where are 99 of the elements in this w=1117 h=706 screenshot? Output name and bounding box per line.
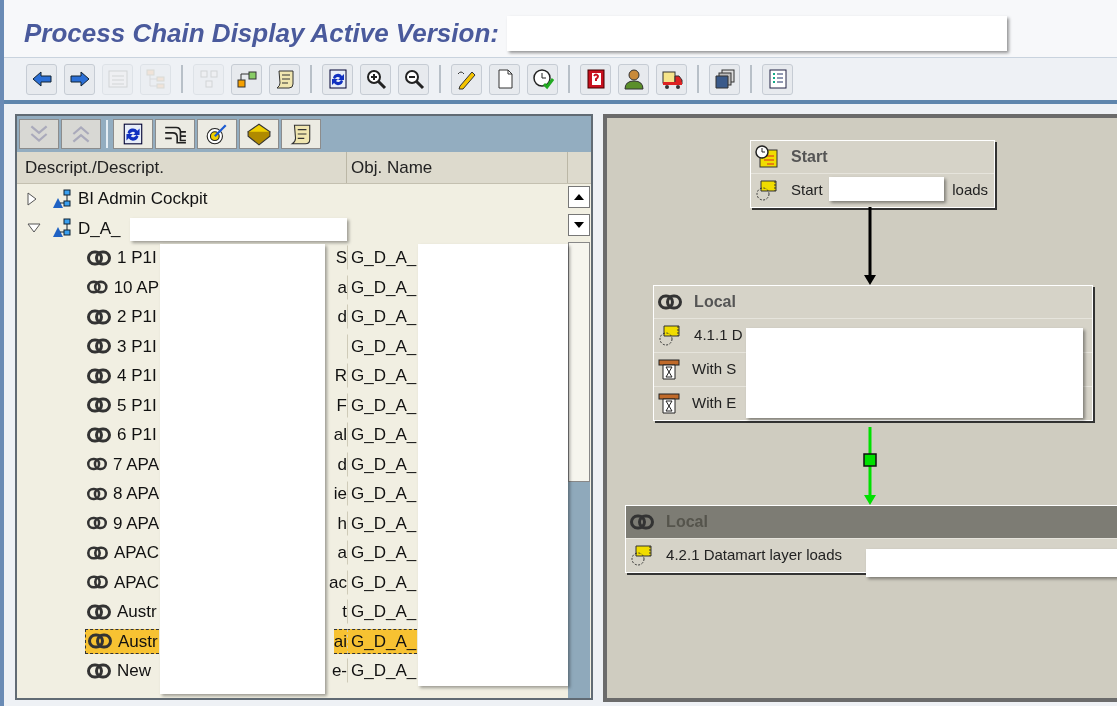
target-icon[interactable] [205,122,229,146]
chain-link-icon [87,662,111,679]
object-name: G_D_A_ [351,335,417,358]
tree-item[interactable]: Austr [85,628,159,654]
chain-link-icon [87,544,108,561]
hierarchy-icon [52,218,74,239]
tree-item[interactable]: 6 P1I [85,422,159,448]
tree-item-label: al [333,424,347,446]
tree-item-label: ai [333,628,347,654]
tree-item[interactable]: 7 APA [85,451,159,477]
hourglass-icon [658,392,681,415]
tree-item-label: h [337,512,347,535]
tree-item-label: ac [329,571,347,594]
chain-link-icon [87,485,107,502]
tree-item[interactable]: APAC [85,540,159,566]
chain-link-icon [87,515,107,532]
object-name: G_D_A_ [351,306,417,328]
column-header[interactable]: Obj. Name [347,152,568,183]
object-name: G_D_A_ [351,630,417,653]
tree-item-label: d [337,306,347,328]
tree-item[interactable]: 1 P1I [85,245,159,271]
node-title: Local [694,292,736,312]
tree-item-label: F [336,394,347,417]
object-name: G_D_A_ [351,276,417,299]
object-name: G_D_A_ [351,571,417,594]
chain-link-icon [658,294,683,310]
tree-item[interactable]: 8 APA [85,481,159,507]
chain-link-icon [87,426,111,443]
scroll-down-icon[interactable] [573,222,584,228]
refresh-icon[interactable] [121,122,145,146]
tree-item[interactable]: 5 P1I [85,392,159,418]
node-title: Start [791,147,828,167]
event-trigger-icon [630,543,655,568]
chain-link-icon [87,338,111,355]
hourglass-icon [658,358,681,381]
tree-item[interactable]: New [85,658,159,684]
node-step[interactable]: With E [692,392,737,415]
object-name: G_D_A_ [351,247,417,269]
node-step[interactable]: 4.1.1 D [694,324,743,347]
object-name: G_D_A_ [351,394,417,417]
tree-item-label: d [337,453,347,476]
event-trigger-icon [658,323,683,348]
hierarchy-icon [52,188,74,209]
node-step[interactable]: 4.2.1 Datamart layer loads [666,544,843,567]
chain-link-icon [87,367,111,384]
tree-toolbar-button[interactable] [239,119,279,149]
collapse-toggle-icon[interactable] [27,223,41,234]
object-name: G_D_A_ [351,542,417,564]
tree-toolbar-button[interactable] [197,119,237,149]
chain-link-icon [87,574,108,591]
tree-toolbar-button[interactable] [281,119,321,149]
scroll-up-icon[interactable] [573,194,584,200]
object-name: G_D_A_ [351,512,417,535]
tree-item-label: e- [331,660,347,682]
tree-item[interactable]: 2 P1I [85,304,159,330]
object-name: G_D_A_ [351,483,417,505]
tree-toolbar-button[interactable] [113,119,153,149]
process-node[interactable]: Start Start loads [750,140,996,208]
object-name: G_D_A_ [351,424,417,446]
schedule-icon [755,145,780,169]
tree-item[interactable]: APAC [85,569,159,595]
tree-item-label: a [337,276,347,299]
process-node[interactable]: Local 4.1.1 D With S With E [653,285,1094,421]
tree-item-label: S [335,247,347,269]
chain-link-icon [87,603,111,620]
tree-toolbar-button[interactable] [155,119,195,149]
tree-item-label: R [334,365,347,387]
tree-item[interactable]: BI Admin Cockpit [78,186,208,212]
chain-link-icon [87,279,108,296]
window-title: Process Chain Display Active Version: [24,17,499,50]
package-icon[interactable] [247,122,271,146]
event-trigger-icon [755,178,780,203]
chain-link-icon [87,456,107,473]
chain-link-icon [87,308,111,325]
chain-link-icon [87,397,111,414]
scroll-thumb[interactable] [567,242,590,482]
chain-link-icon [630,514,655,530]
expand-toggle-icon[interactable] [27,191,37,206]
tree-item[interactable]: 10 AP [85,274,159,300]
tree-item[interactable]: Austr [85,599,159,625]
object-name: G_D_A_ [351,453,417,476]
tree-item[interactable]: 9 APA [85,510,159,536]
node-step[interactable]: loads [952,179,989,202]
node-step[interactable]: Start [791,179,823,202]
tree-item[interactable]: 3 P1I [85,333,159,359]
tree-item-label: t [342,601,347,623]
scroll-icon[interactable] [289,122,313,146]
tree-item-label: ie [333,483,347,505]
object-name: G_D_A_ [351,365,417,387]
chain-link-icon [88,633,112,650]
tree-item[interactable]: D_A_ [78,215,121,241]
tree-item-label: a [337,542,347,564]
chain-link-icon [87,249,111,266]
object-name: G_D_A_ [351,660,417,682]
column-header[interactable]: Descript./Descript. [17,152,347,183]
object-name: G_D_A_ [351,601,417,623]
tree-item[interactable]: 4 P1I [85,363,159,389]
scrollbar[interactable] [566,184,592,698]
node-step[interactable]: With S [692,358,737,381]
